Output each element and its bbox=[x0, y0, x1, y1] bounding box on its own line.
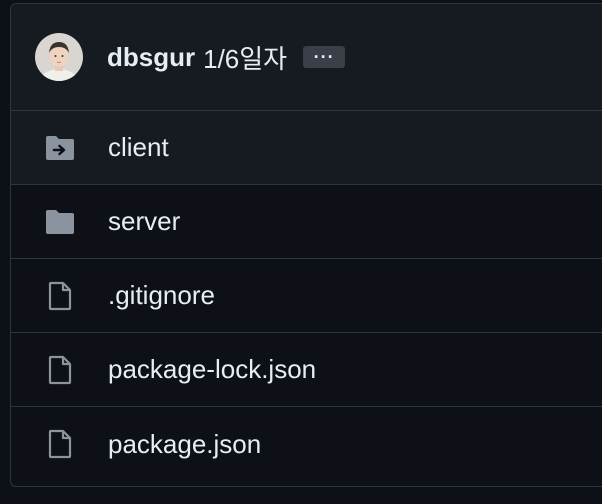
file-row[interactable]: .gitignore bbox=[11, 259, 602, 333]
file-name[interactable]: package-lock.json bbox=[108, 354, 316, 385]
file-row[interactable]: package.json bbox=[11, 407, 602, 481]
folder-icon bbox=[43, 207, 77, 237]
avatar[interactable] bbox=[35, 33, 83, 81]
file-name[interactable]: client bbox=[108, 132, 169, 163]
file-name[interactable]: package.json bbox=[108, 429, 261, 460]
commit-more-button[interactable]: ··· bbox=[303, 46, 346, 68]
commit-message[interactable]: 1/6일자 bbox=[203, 39, 287, 76]
file-name[interactable]: server bbox=[108, 206, 180, 237]
repo-file-browser: dbsgur 1/6일자 ··· client server .gitignor… bbox=[10, 3, 602, 487]
file-row[interactable]: client bbox=[11, 111, 602, 185]
commit-author[interactable]: dbsgur bbox=[107, 42, 195, 73]
file-row[interactable]: server bbox=[11, 185, 602, 259]
file-list: client server .gitignore package-lock.js… bbox=[11, 111, 602, 481]
file-icon bbox=[43, 429, 77, 459]
file-icon bbox=[43, 355, 77, 385]
folder-submodule-icon bbox=[43, 133, 77, 163]
file-row[interactable]: package-lock.json bbox=[11, 333, 602, 407]
latest-commit-bar: dbsgur 1/6일자 ··· bbox=[11, 4, 602, 111]
file-icon bbox=[43, 281, 77, 311]
avatar-image bbox=[35, 33, 83, 81]
file-name[interactable]: .gitignore bbox=[108, 280, 215, 311]
